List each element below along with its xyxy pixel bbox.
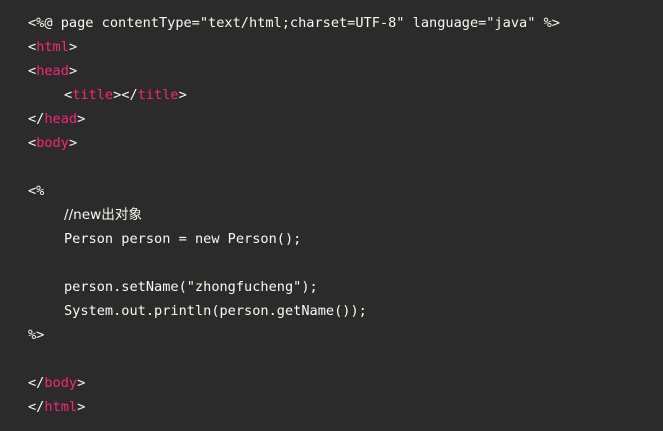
bracket: >: [77, 111, 86, 127]
code-statement: Person person = new Person();: [64, 231, 302, 247]
tag-name: title: [72, 87, 114, 103]
code-line-title: <title></title>: [28, 83, 663, 107]
code-line-scriptlet-close: %>: [28, 323, 663, 347]
tag-name: html: [44, 399, 78, 415]
code-line-html-open: <html>: [28, 35, 663, 59]
code-line-html-close: </html>: [28, 395, 663, 419]
bracket: >: [68, 63, 78, 79]
bracket: </: [28, 399, 45, 415]
tag-name: title: [137, 87, 179, 103]
code-line-head-open: <head>: [28, 59, 663, 83]
tag-name: head: [44, 111, 78, 127]
tag-name: body: [44, 375, 78, 391]
bracket: </: [28, 111, 45, 127]
bracket: <: [28, 39, 37, 55]
code-line-set-name: person.setName("zhongfucheng");: [28, 275, 663, 299]
bracket: >: [178, 87, 187, 103]
code-line-scriptlet-open: <%: [28, 179, 663, 203]
code-statement: System.out.println(person.getName());: [64, 303, 367, 319]
scriptlet-close: %>: [28, 327, 45, 343]
code-block: <%@ page contentType="text/html;charset=…: [0, 0, 663, 431]
code-line-new-person: Person person = new Person();: [28, 227, 663, 251]
bracket: >: [68, 135, 78, 151]
bracket: >: [77, 375, 86, 391]
code-line-page-directive: <%@ page contentType="text/html;charset=…: [28, 11, 663, 35]
tag-name: html: [36, 39, 69, 55]
bracket: >: [77, 399, 86, 415]
code-comment: //new出对象: [64, 207, 143, 223]
bracket: ></: [113, 87, 138, 103]
bracket: <: [64, 87, 73, 103]
code-line-head-close: </head>: [28, 107, 663, 131]
bracket: <: [28, 63, 37, 79]
bracket: <: [28, 135, 37, 151]
bracket: </: [28, 375, 45, 391]
tag-name: body: [36, 135, 69, 151]
code-statement: person.setName("zhongfucheng");: [64, 279, 318, 295]
scriptlet-open: <%: [28, 183, 45, 199]
bracket: >: [68, 39, 78, 55]
code-line-comment: //new出对象: [28, 203, 663, 227]
code-line-body-close: </body>: [28, 371, 663, 395]
code-line-body-open: <body>: [28, 131, 663, 155]
tag-name: head: [36, 63, 69, 79]
page-directive-text: <%@ page contentType="text/html;charset=…: [28, 15, 560, 31]
code-line-println: System.out.println(person.getName());: [28, 299, 663, 323]
